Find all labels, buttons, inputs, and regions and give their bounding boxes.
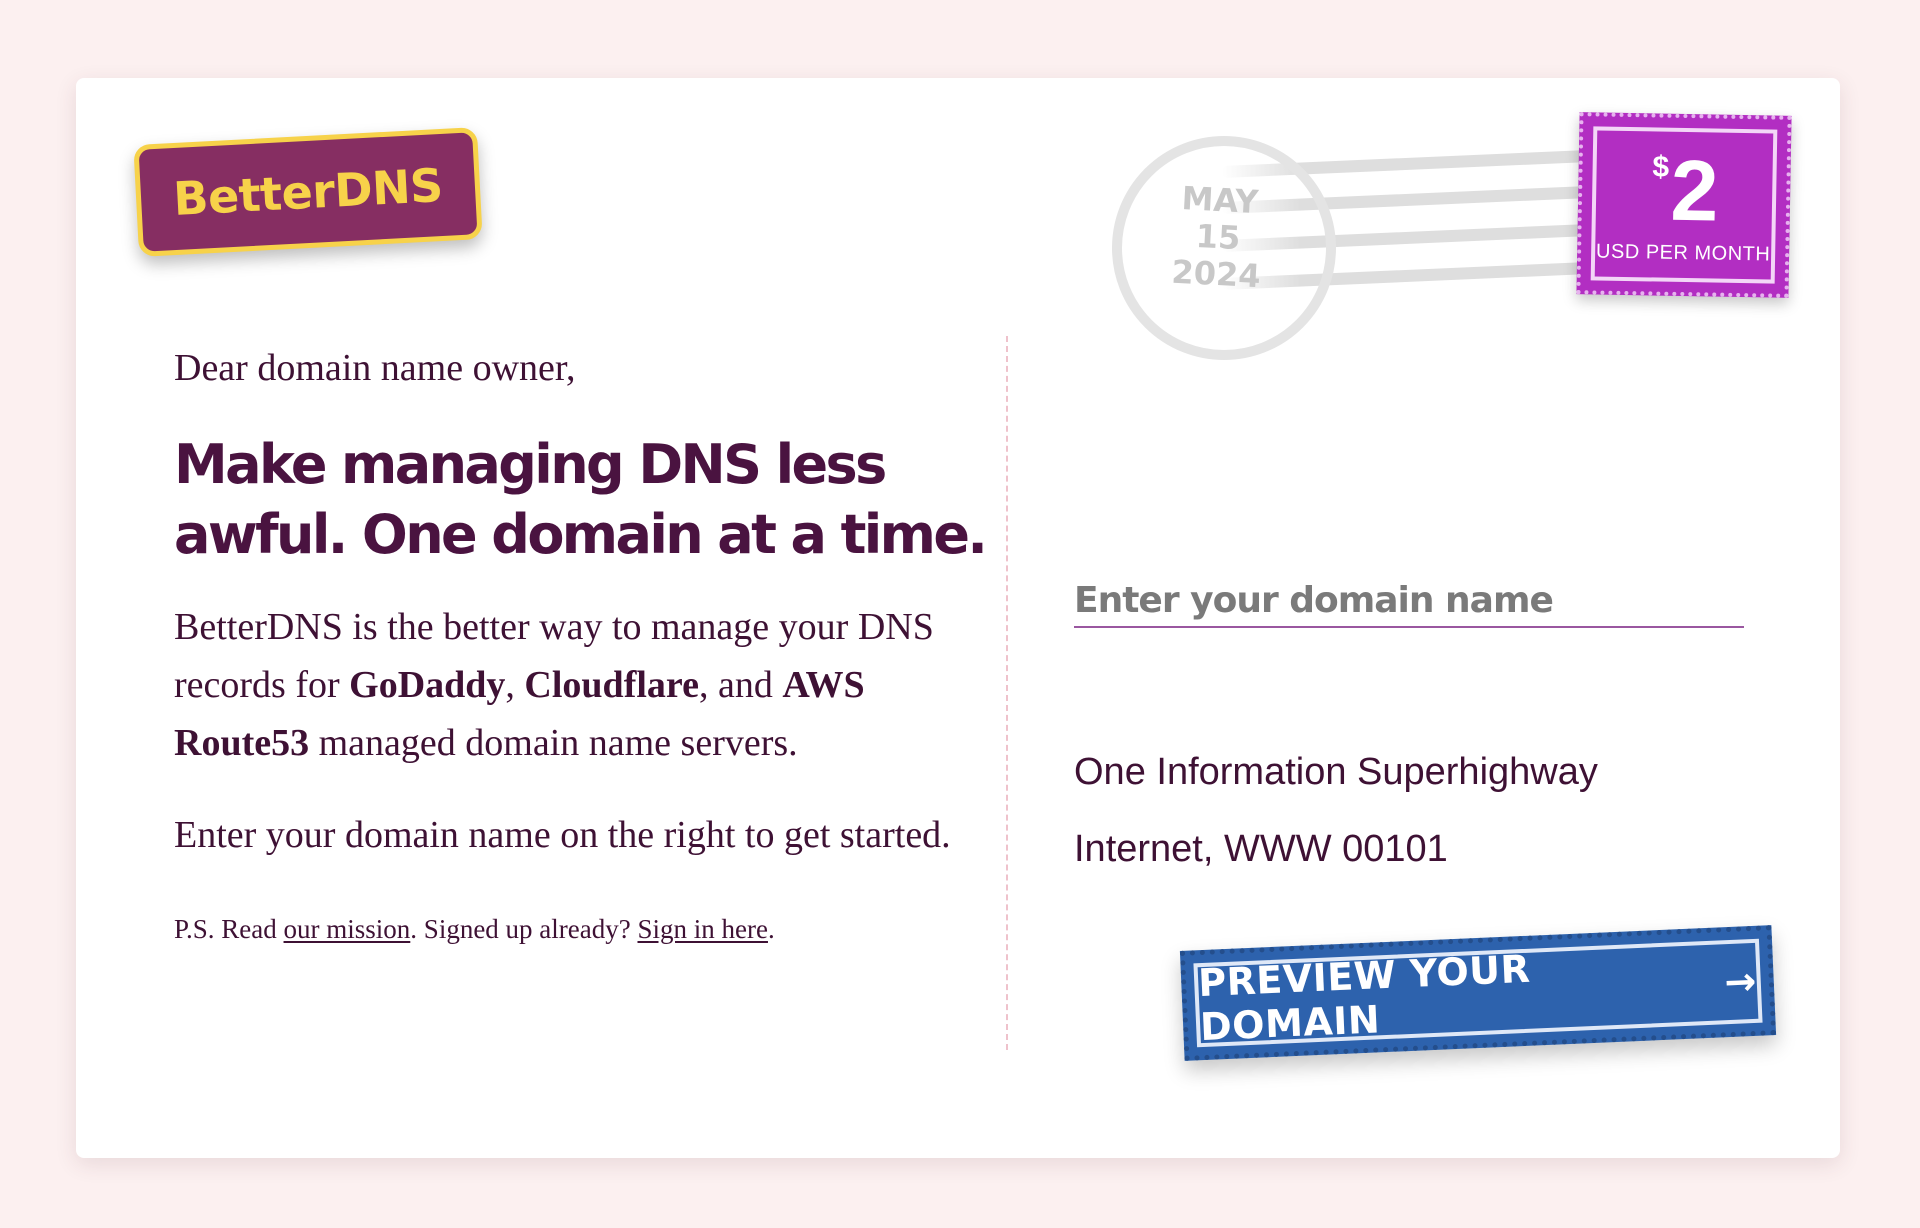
greeting: Dear domain name owner, xyxy=(174,347,576,389)
page-headline: Make managing DNS less awful. One domain… xyxy=(174,430,994,570)
betterdns-logo[interactable]: BetterDNS xyxy=(133,127,483,257)
provider-cloudflare: Cloudflare xyxy=(524,664,699,706)
sign-in-link[interactable]: Sign in here xyxy=(637,914,767,944)
logo-text: BetterDNS xyxy=(172,157,444,227)
intro-text-end: managed domain name servers. xyxy=(309,722,798,764)
price-stamp: $2 USD PER MONTH xyxy=(1576,112,1792,298)
intro-paragraph: BetterDNS is the better way to manage yo… xyxy=(174,598,994,772)
instruction-paragraph: Enter your domain name on the right to g… xyxy=(174,814,951,856)
postmark-year: 2024 xyxy=(1170,252,1262,296)
headline-line-2: awful. One domain at a time. xyxy=(174,503,988,566)
address-line-2: Internet, WWW 00101 xyxy=(1074,828,1448,870)
stamp-price: $2 xyxy=(1596,143,1773,240)
address-line-1: One Information Superhighway xyxy=(1074,751,1598,793)
provider-godaddy: GoDaddy xyxy=(349,664,506,706)
arrow-right-icon: → xyxy=(1723,958,1758,1005)
ps-period: . xyxy=(767,914,775,944)
postmark-date: MAY 15 2024 xyxy=(1145,178,1291,296)
intro-separator: , xyxy=(505,664,525,706)
domain-name-input[interactable] xyxy=(1074,574,1744,628)
price-amount: 2 xyxy=(1669,142,1718,240)
preview-domain-button[interactable]: PREVIEW YOUR DOMAIN → xyxy=(1179,925,1777,1061)
currency-symbol: $ xyxy=(1652,150,1668,184)
postcard: BetterDNS Dear domain name owner, Make m… xyxy=(76,78,1840,1158)
headline-line-1: Make managing DNS less xyxy=(174,433,887,496)
preview-button-label: PREVIEW YOUR DOMAIN xyxy=(1197,946,1532,1050)
ps-text: . Signed up already? xyxy=(410,914,638,944)
our-mission-link[interactable]: our mission xyxy=(284,914,411,944)
preview-button-frame: PREVIEW YOUR DOMAIN → xyxy=(1193,938,1763,1050)
stamp-frame: $2 USD PER MONTH xyxy=(1590,126,1778,284)
intro-separator: , and xyxy=(698,664,783,706)
price-unit: USD PER MONTH xyxy=(1595,240,1771,266)
ps-text: P.S. Read xyxy=(174,914,284,944)
postscript: P.S. Read our mission. Signed up already… xyxy=(174,914,994,945)
message-column: Dear domain name owner, Make managing DN… xyxy=(174,338,994,945)
postcard-divider xyxy=(1006,336,1008,1050)
mailing-address: One Information Superhighway Internet, W… xyxy=(1074,748,1774,902)
